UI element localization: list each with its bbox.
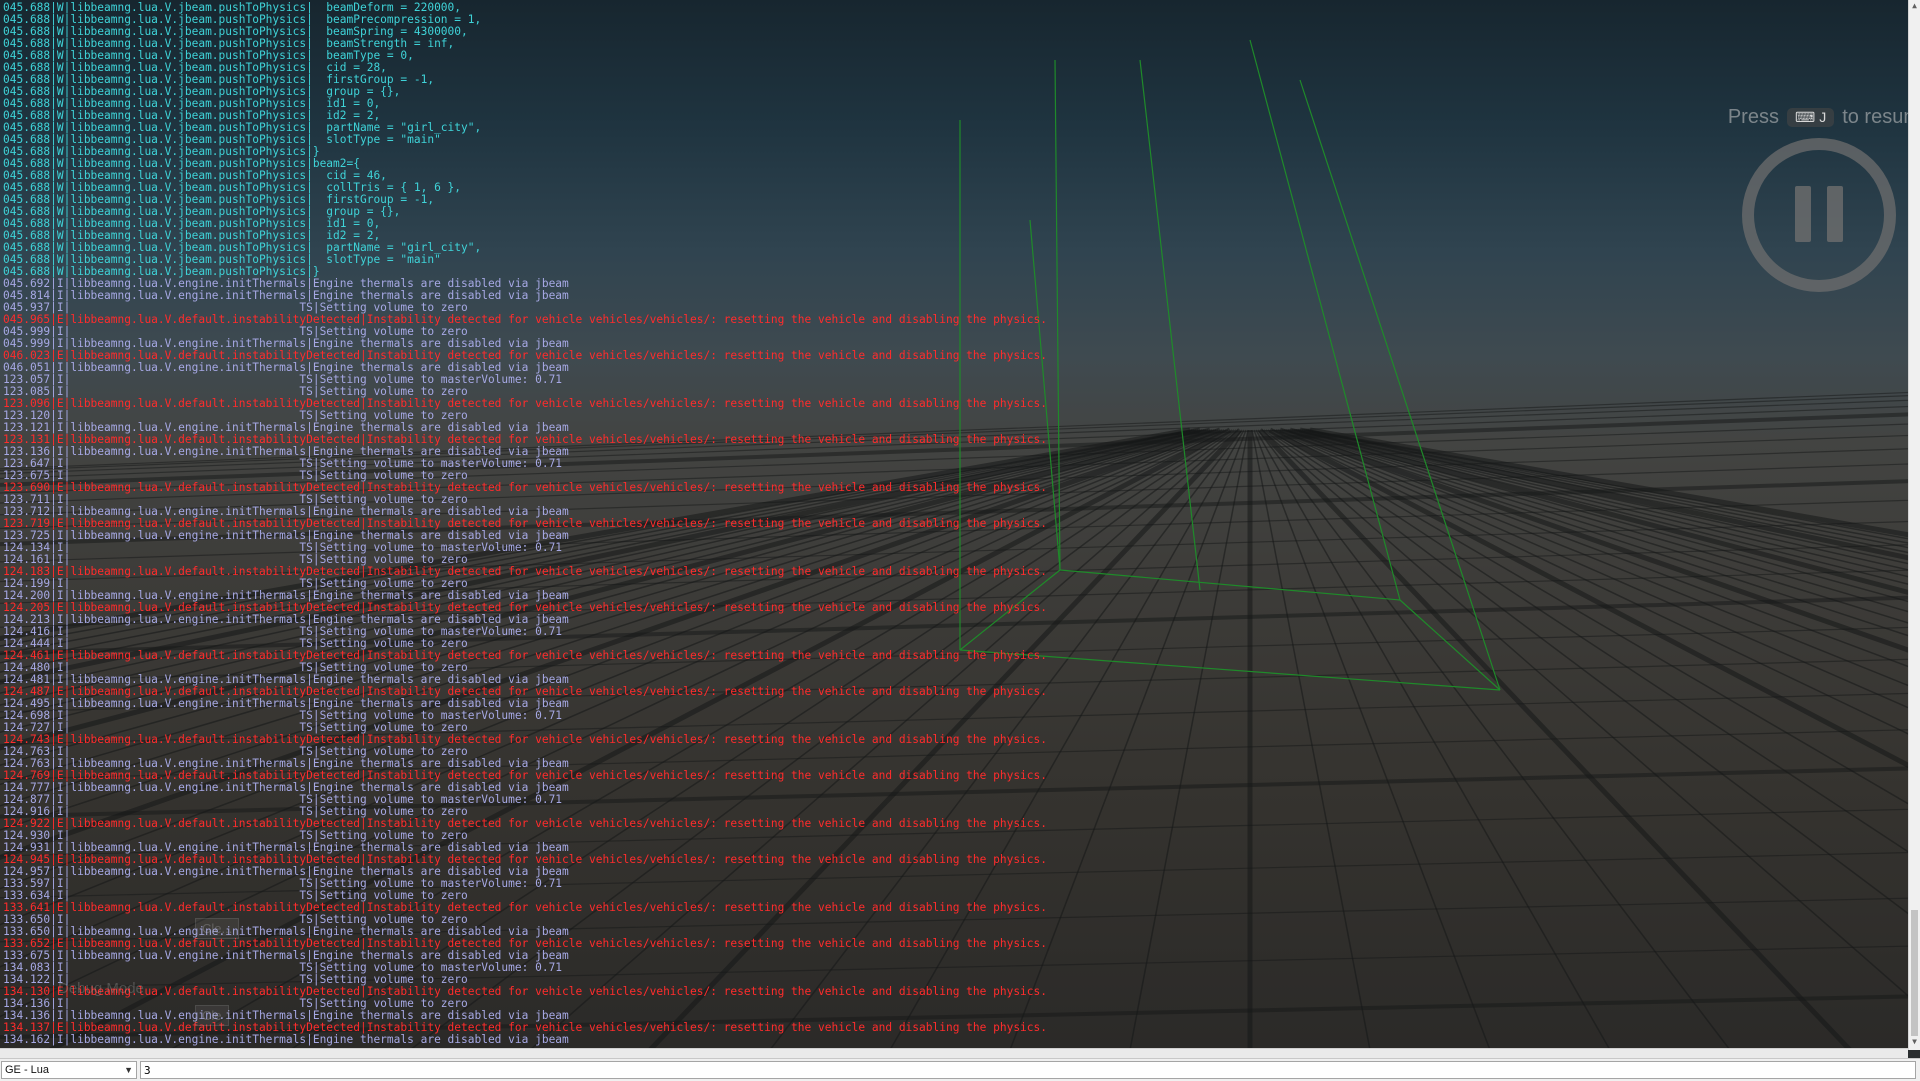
scroll-thumb[interactable] [1911,910,1918,1036]
chevron-down-icon: ▼ [124,1065,133,1075]
scroll-down-arrow-icon[interactable]: ▼ [1909,1036,1920,1048]
pause-bar-left [1795,186,1811,242]
pause-key-badge: ⌨ J [1786,107,1835,127]
command-input[interactable] [140,1061,1916,1079]
pause-press-text: Press [1727,105,1779,128]
ghost-clear-button[interactable]: Cle... [195,918,240,939]
pause-bar-right [1827,186,1843,242]
console-vertical-scrollbar[interactable]: ▲ ▼ [1908,0,1920,1050]
debug-mode-label: Debug Mode [58,980,144,997]
context-select[interactable]: GE - Lua ▼ [1,1061,137,1079]
pause-icon[interactable] [1742,138,1896,292]
ghost-button[interactable]: Cle [195,1005,229,1026]
console-command-bar: GE - Lua ▼ [0,1058,1920,1081]
context-select-value: GE - Lua [5,1064,50,1076]
pause-hint: Press ⌨ J to resum [1728,102,1920,132]
pause-key-label: J [1819,109,1827,125]
console-log: 045.688|W|libbeamng.lua.V.jbeam.pushToPh… [3,2,1903,1046]
keyboard-icon: ⌨ [1794,108,1816,125]
scroll-up-arrow-icon[interactable]: ▲ [1909,0,1920,12]
log-line: 134.162|I|libbeamng.lua.V.engine.initThe… [3,1033,569,1046]
